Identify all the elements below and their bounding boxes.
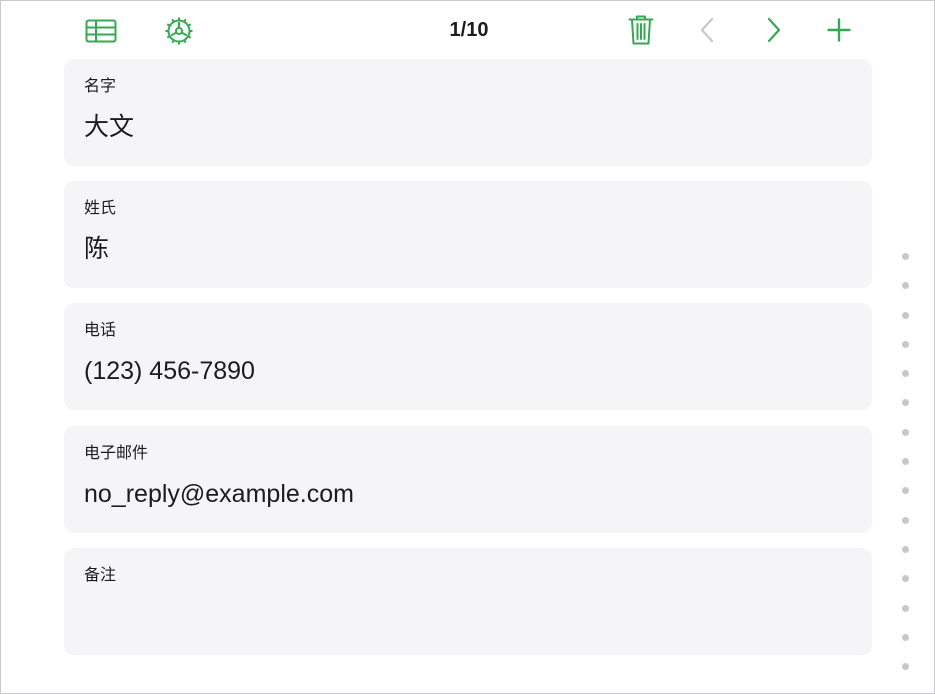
field-phone[interactable]: 电话 (123) 456-7890 <box>64 303 872 410</box>
field-label: 姓氏 <box>84 198 117 217</box>
field-email[interactable]: 电子邮件 no_reply@example.com <box>64 426 872 533</box>
settings-button[interactable] <box>159 11 199 51</box>
plus-icon <box>827 18 851 42</box>
field-first-name[interactable]: 名字 大文 <box>64 59 872 166</box>
page-dot[interactable] <box>902 311 909 319</box>
add-record-button[interactable] <box>819 10 859 50</box>
toolbar: 1/10 <box>1 1 934 59</box>
page-dot[interactable] <box>902 399 909 407</box>
table-grid-icon <box>85 19 117 43</box>
previous-record-button[interactable] <box>687 10 727 50</box>
field-notes[interactable]: 备注 <box>64 548 872 655</box>
page-indicator[interactable] <box>902 253 914 692</box>
field-value[interactable]: (123) 456-7890 <box>84 354 255 388</box>
delete-record-button[interactable] <box>621 10 661 50</box>
field-label: 电子邮件 <box>84 443 149 462</box>
page-dot[interactable] <box>902 663 909 671</box>
page-dot[interactable] <box>902 487 909 495</box>
field-label: 名字 <box>84 76 117 95</box>
page-dot[interactable] <box>902 282 909 290</box>
record-form-window: 1/10 名字 大文 姓氏 陈 电话 (123) 456-7890 电子邮件 n… <box>0 0 935 694</box>
page-dot[interactable] <box>902 253 909 260</box>
page-dot[interactable] <box>902 458 909 466</box>
page-dot[interactable] <box>902 370 909 378</box>
table-view-button[interactable] <box>81 11 121 51</box>
field-label: 电话 <box>84 320 117 339</box>
page-dot[interactable] <box>902 633 909 641</box>
field-value[interactable]: 大文 <box>84 110 134 144</box>
page-dot[interactable] <box>902 516 909 524</box>
field-value[interactable]: 陈 <box>84 232 109 266</box>
page-dot[interactable] <box>902 545 909 553</box>
trash-icon <box>628 15 654 45</box>
field-last-name[interactable]: 姓氏 陈 <box>64 181 872 288</box>
field-label: 备注 <box>84 565 117 584</box>
page-dot[interactable] <box>902 604 909 612</box>
field-value[interactable]: no_reply@example.com <box>84 477 354 511</box>
page-dot[interactable] <box>902 428 909 436</box>
gear-icon <box>165 17 193 45</box>
page-dot[interactable] <box>902 340 909 348</box>
chevron-right-icon <box>767 17 781 43</box>
page-dot[interactable] <box>902 575 909 583</box>
chevron-left-icon <box>700 17 714 43</box>
record-counter: 1/10 <box>449 19 489 41</box>
next-record-button[interactable] <box>754 10 794 50</box>
